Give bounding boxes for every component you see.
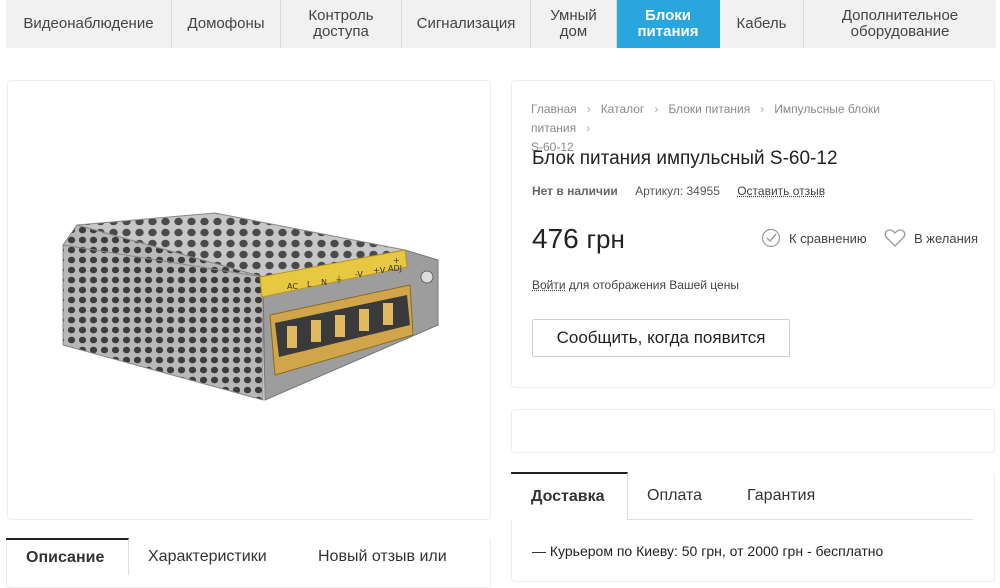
price-currency: грн — [587, 224, 625, 254]
description-tabs: Описание Характеристики Новый отзыв или — [6, 538, 491, 575]
image-label-adj: ADJ — [388, 264, 402, 273]
image-label-plus-v: +V — [373, 266, 386, 275]
compare-check-icon — [761, 228, 781, 248]
tab-payment[interactable]: Оплата — [647, 472, 702, 520]
image-label-ground: ⏚ — [335, 275, 343, 284]
wishlist-button[interactable]: В желания — [884, 228, 978, 248]
delivery-courier-text: — Курьером по Киеву: 50 грн, от 2000 грн… — [532, 543, 883, 559]
breadcrumb-catalog[interactable]: Каталог — [601, 102, 645, 116]
breadcrumb-power-supplies[interactable]: Блоки питания — [668, 102, 750, 116]
wishlist-label: В желания — [914, 231, 978, 246]
tab-delivery[interactable]: Доставка — [511, 472, 628, 520]
nav-item-extra-equipment[interactable]: Дополнительное оборудование — [804, 0, 996, 48]
login-price-line: Войти для отображения Вашей цены — [532, 278, 739, 292]
nav-item-access-control[interactable]: Контроль доступа — [281, 0, 402, 48]
nav-item-label: Умный дом — [544, 8, 604, 40]
nav-item-label: Блоки питания — [633, 8, 703, 40]
nav-item-label: Контроль доступа — [296, 8, 386, 40]
notify-when-available-button[interactable]: Сообщить, когда появится — [532, 319, 790, 357]
image-label-n: N — [321, 278, 327, 287]
article-number: Артикул: 34955 — [635, 184, 720, 198]
stock-status: Нет в наличии — [532, 184, 618, 198]
chevron-right-icon: › — [760, 102, 764, 116]
tab-description[interactable]: Описание — [6, 538, 129, 575]
nav-item-power-supplies[interactable]: Блоки питания — [617, 0, 720, 48]
nav-item-label: Дополнительное оборудование — [830, 8, 970, 40]
tab-divider — [628, 519, 973, 520]
product-meta: Нет в наличии Артикул: 34955 Оставить от… — [532, 184, 825, 198]
leave-review-link[interactable]: Оставить отзыв — [737, 184, 825, 198]
tab-new-review[interactable]: Новый отзыв или — [318, 538, 447, 575]
nav-item-intercoms[interactable]: Домофоны — [172, 0, 281, 48]
chevron-right-icon: › — [586, 121, 590, 135]
breadcrumb-home[interactable]: Главная — [531, 102, 577, 116]
nav-item-cable[interactable]: Кабель — [720, 0, 804, 48]
category-nav: Видеонаблюдение Домофоны Контроль доступ… — [6, 0, 996, 48]
empty-info-card — [511, 409, 995, 453]
price-value: 476 — [532, 223, 579, 254]
compare-button[interactable]: К сравнению — [761, 228, 867, 248]
nav-item-smart-home[interactable]: Умный дом — [531, 0, 617, 48]
heart-icon — [884, 228, 906, 248]
product-title: Блок питания импульсный S-60-12 — [532, 148, 838, 170]
chevron-right-icon: › — [654, 102, 658, 116]
tab-characteristics[interactable]: Характеристики — [148, 538, 267, 575]
image-label-ac: AC — [287, 282, 298, 291]
delivery-tabs: Доставка Оплата Гарантия — [511, 472, 995, 520]
compare-label: К сравнению — [789, 231, 867, 246]
login-price-text: для отображения Вашей цены — [566, 278, 739, 292]
chevron-right-icon: › — [587, 102, 591, 116]
product-image[interactable]: AC L N ⏚ -V +V + ADJ — [55, 205, 450, 415]
tab-warranty[interactable]: Гарантия — [747, 472, 815, 520]
nav-item-alarm[interactable]: Сигнализация — [402, 0, 531, 48]
price: 476 грн — [532, 223, 625, 255]
nav-item-video[interactable]: Видеонаблюдение — [6, 0, 172, 48]
image-label-minus-v: -V — [355, 270, 363, 279]
login-link[interactable]: Войти — [532, 278, 566, 292]
image-label-l: L — [307, 280, 312, 289]
